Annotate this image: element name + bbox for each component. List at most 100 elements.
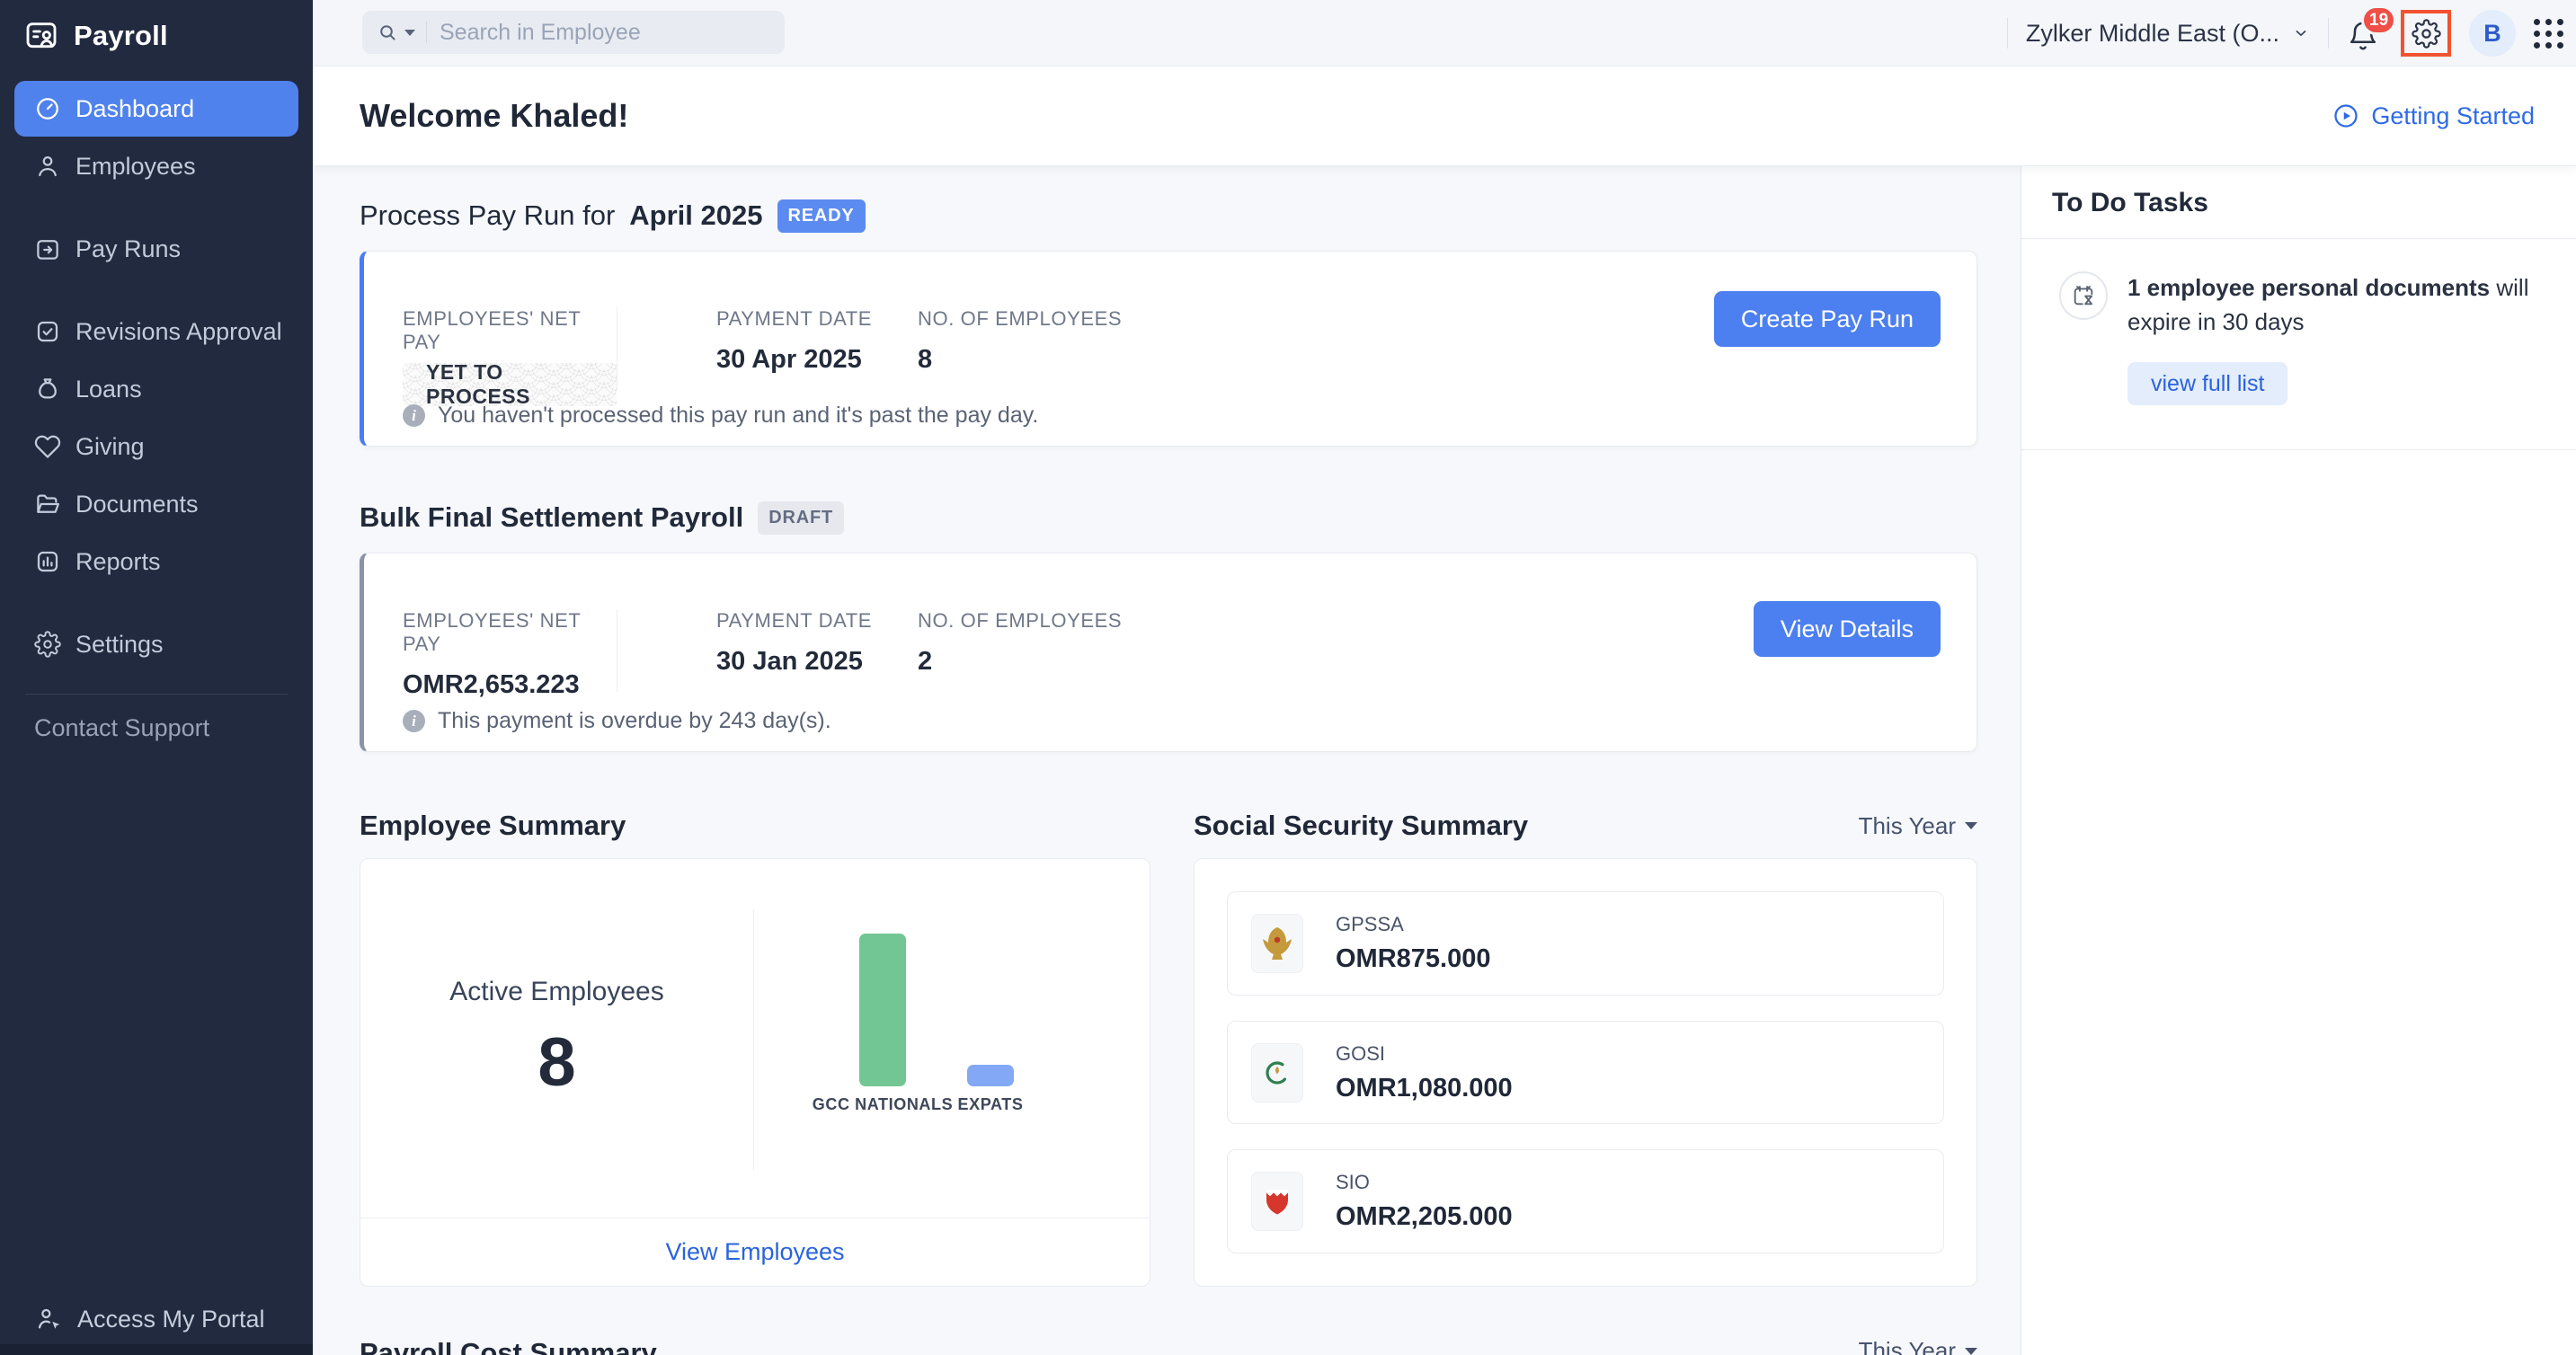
net-pay-column: EMPLOYEES' NET PAY OMR2,653.223 <box>403 609 617 700</box>
org-selector[interactable]: Zylker Middle East (O... <box>2026 20 2310 48</box>
pay-run-note-text: You haven't processed this pay run and i… <box>438 403 1038 429</box>
app-grid-icon[interactable] <box>2534 19 2563 49</box>
todo-panel: To Do Tasks 1 employee personal document… <box>2021 166 2576 1355</box>
employee-summary-title: Employee Summary <box>360 810 626 842</box>
payment-date-column: PAYMENT DATE 30 Jan 2025 <box>716 609 918 677</box>
topbar: Zylker Middle East (O... 19 B <box>313 0 2576 66</box>
sidebar-bottom-strip <box>0 1344 313 1355</box>
topbar-divider <box>2328 18 2329 49</box>
sidebar-item-documents[interactable]: Documents <box>0 476 313 532</box>
list-item-sio[interactable]: SIO OMR2,205.000 <box>1227 1149 1944 1253</box>
sidebar-item-label: Reports <box>76 548 161 576</box>
this-year-filter[interactable]: This Year <box>1859 812 1977 840</box>
dashboard-icon <box>34 95 61 122</box>
social-security-card: GPSSA OMR875.000 GOSI OMR1,080.000 <box>1194 858 1977 1287</box>
sidebar-item-reports[interactable]: Reports <box>0 534 313 589</box>
sidebar-item-label: Settings <box>76 631 164 659</box>
pay-run-note: i You haven't processed this pay run and… <box>403 403 1038 429</box>
provider-amount: OMR875.000 <box>1336 944 1491 974</box>
sidebar-item-pay-runs[interactable]: Pay Runs <box>0 221 313 277</box>
notifications-button[interactable]: 19 <box>2347 13 2383 53</box>
employee-summary-card: Active Employees 8 GCC NATIONALS EXPATS … <box>360 858 1150 1287</box>
contact-support-link[interactable]: Contact Support <box>0 714 313 742</box>
global-search[interactable] <box>362 11 785 54</box>
todo-list-item: 1 employee personal documents will expir… <box>2059 271 2551 339</box>
revisions-approval-icon <box>34 318 61 345</box>
notification-count-badge: 19 <box>2361 5 2396 35</box>
search-input[interactable] <box>440 20 770 46</box>
payroll-cost-summary-title: Payroll Cost Summary <box>360 1337 657 1355</box>
giving-heart-icon <box>34 433 61 460</box>
create-pay-run-button[interactable]: Create Pay Run <box>1714 291 1941 347</box>
sidebar-item-label: Employees <box>76 153 196 181</box>
net-pay-label: EMPLOYEES' NET PAY <box>403 307 617 354</box>
employee-count-value: 2 <box>918 647 1122 677</box>
play-circle-icon <box>2332 102 2359 129</box>
sio-emblem-icon <box>1251 1172 1303 1231</box>
list-item-gosi[interactable]: GOSI OMR1,080.000 <box>1227 1021 1944 1125</box>
sidebar-item-settings[interactable]: Settings <box>0 616 313 672</box>
active-employees-label: Active Employees <box>449 977 663 1007</box>
filter-label: This Year <box>1859 1337 1956 1355</box>
view-details-button[interactable]: View Details <box>1754 601 1941 657</box>
search-divider <box>426 22 427 43</box>
sidebar-item-label: Pay Runs <box>76 235 181 263</box>
pay-run-section-title: Process Pay Run for April 2025 READY <box>360 197 1977 235</box>
settlement-note: i This payment is overdue by 243 day(s). <box>403 708 831 734</box>
employee-summary-section: Employee Summary Active Employees 8 GCC … <box>360 806 1150 1287</box>
view-employees-link[interactable]: View Employees <box>665 1238 844 1266</box>
net-pay-value: OMR2,653.223 <box>403 670 617 700</box>
bar-gcc-nationals <box>859 934 906 1086</box>
document-expiry-icon <box>2059 271 2108 320</box>
pay-runs-icon <box>34 235 61 262</box>
reports-icon <box>34 548 61 575</box>
payment-date-label: PAYMENT DATE <box>716 307 918 331</box>
sidebar-item-loans[interactable]: Loans <box>0 361 313 417</box>
sidebar-item-label: Loans <box>76 376 142 403</box>
sidebar-item-employees[interactable]: Employees <box>0 138 313 194</box>
settings-button[interactable] <box>2401 10 2451 57</box>
sidebar-item-label: Documents <box>76 491 199 518</box>
search-scope-caret-icon[interactable] <box>404 30 415 36</box>
sidebar-divider <box>25 694 288 695</box>
provider-name: SIO <box>1336 1171 1513 1194</box>
chevron-down-icon <box>2292 24 2310 42</box>
sidebar-item-dashboard[interactable]: Dashboard <box>14 81 298 137</box>
sidebar-item-giving[interactable]: Giving <box>0 419 313 474</box>
status-badge-draft: DRAFT <box>758 501 844 535</box>
user-avatar[interactable]: B <box>2469 10 2516 57</box>
app-logo: Payroll <box>0 0 313 54</box>
status-badge-ready: READY <box>777 199 866 233</box>
main-content: Process Pay Run for April 2025 READY EMP… <box>313 166 2021 1355</box>
search-icon <box>377 22 398 43</box>
getting-started-link[interactable]: Getting Started <box>2332 102 2535 130</box>
page-title: Welcome Khaled! <box>360 97 628 135</box>
chevron-down-icon <box>1965 1348 1977 1355</box>
employee-count-label: NO. OF EMPLOYEES <box>918 609 1122 633</box>
info-icon: i <box>403 404 425 427</box>
getting-started-label: Getting Started <box>2371 102 2535 130</box>
sidebar-item-revisions-approval[interactable]: Revisions Approval <box>0 304 313 359</box>
list-item-gpssa[interactable]: GPSSA OMR875.000 <box>1227 891 1944 996</box>
employee-count-column: NO. OF EMPLOYEES 8 <box>918 307 1122 375</box>
access-my-portal-link[interactable]: Access My Portal <box>34 1305 265 1333</box>
active-employees-count: 8 <box>537 1023 575 1102</box>
pay-run-title-prefix: Process Pay Run for <box>360 199 615 232</box>
panel-divider <box>2021 238 2576 239</box>
view-full-list-button[interactable]: view full list <box>2127 362 2287 405</box>
loans-icon <box>34 376 61 403</box>
panel-divider <box>2021 449 2576 450</box>
gpssa-emblem-icon <box>1251 914 1303 973</box>
this-year-filter[interactable]: This Year <box>1859 1337 1977 1355</box>
settlement-title: Bulk Final Settlement Payroll <box>360 501 743 534</box>
topbar-divider <box>2007 18 2008 49</box>
pay-run-title-period: April 2025 <box>629 199 762 232</box>
documents-folder-icon <box>34 491 61 518</box>
sidebar: Payroll Dashboard Employees Pay Runs Rev… <box>0 0 313 1355</box>
settings-gear-icon <box>34 631 61 658</box>
gosi-emblem-icon <box>1251 1043 1303 1103</box>
active-employees-block: Active Employees 8 <box>360 859 753 1219</box>
bar-expats <box>967 1065 1014 1086</box>
filter-label: This Year <box>1859 812 1956 840</box>
payment-date-value: 30 Apr 2025 <box>716 345 918 375</box>
